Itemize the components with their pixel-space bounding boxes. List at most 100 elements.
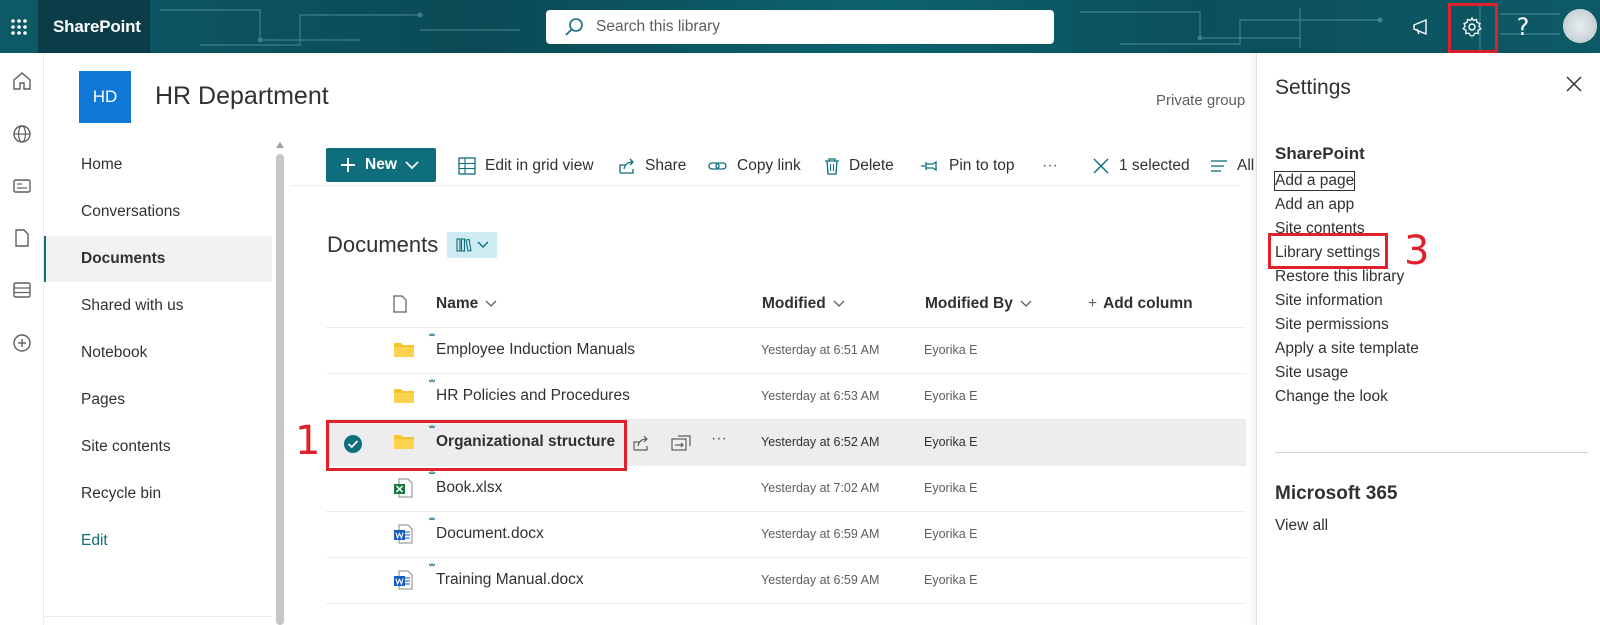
nav-item-recycle-bin[interactable]: Recycle bin xyxy=(44,471,272,517)
megaphone-icon xyxy=(1413,18,1427,36)
file-name-link[interactable]: Training Manual.docx xyxy=(436,571,584,589)
edit-grid-view-button[interactable]: Edit in grid view xyxy=(458,152,594,180)
site-information-link[interactable]: Site information xyxy=(1275,292,1383,310)
create-rail-button[interactable] xyxy=(6,327,38,359)
table-row[interactable]: HR Policies and Procedures Yesterday at … xyxy=(326,374,1246,420)
table-row[interactable]: Training Manual.docx Yesterday at 6:59 A… xyxy=(326,558,1246,604)
new-item-spark-icon xyxy=(428,471,436,475)
add-an-app-link[interactable]: Add an app xyxy=(1275,196,1354,214)
site-navigation: Home Conversations Documents Shared with… xyxy=(44,140,279,625)
view-lines-icon xyxy=(1211,160,1227,172)
more-commands-button[interactable]: ··· xyxy=(1042,152,1058,180)
sites-rail-button[interactable] xyxy=(6,118,38,150)
nav-item-label: Shared with us xyxy=(81,297,184,314)
modified-column-header[interactable]: Modified xyxy=(762,282,845,326)
plus-icon xyxy=(341,158,355,172)
pin-icon xyxy=(921,160,937,172)
table-row[interactable]: Employee Induction Manuals Yesterday at … xyxy=(326,328,1246,374)
trash-icon xyxy=(825,158,839,175)
nav-edit-link[interactable]: Edit xyxy=(44,518,272,564)
name-column-label: Name xyxy=(436,295,479,312)
files-rail-button[interactable] xyxy=(6,222,38,254)
sharepoint-section-heading: SharePoint xyxy=(1275,144,1365,163)
news-rail-button[interactable] xyxy=(6,170,38,202)
copy-link-label: Copy link xyxy=(737,157,801,174)
app-launcher-button[interactable] xyxy=(0,0,38,53)
modified-by-column-label: Modified By xyxy=(925,295,1013,312)
nav-item-documents[interactable]: Documents xyxy=(44,236,272,282)
modified-by[interactable]: Eyorika E xyxy=(924,389,978,403)
modified-column-label: Modified xyxy=(762,295,826,312)
file-name-link[interactable]: Document.docx xyxy=(436,525,544,543)
site-title[interactable]: HR Department xyxy=(155,82,329,111)
row-more-options-icon[interactable]: ··· xyxy=(711,430,727,448)
highlight-box-settings xyxy=(1448,3,1498,53)
site-permissions-link[interactable]: Site permissions xyxy=(1275,316,1389,334)
share-icon[interactable] xyxy=(632,434,650,452)
help-button[interactable]: ? xyxy=(1504,8,1542,46)
search-icon xyxy=(565,18,583,36)
word-file-icon xyxy=(394,570,413,590)
move-to-icon[interactable] xyxy=(671,434,691,452)
file-type-column-header[interactable] xyxy=(392,282,408,326)
modified-by[interactable]: Eyorika E xyxy=(924,527,978,541)
site-usage-link[interactable]: Site usage xyxy=(1275,364,1348,382)
file-name-link[interactable]: Book.xlsx xyxy=(436,479,502,497)
share-button[interactable]: Share xyxy=(618,152,686,180)
add-column-button[interactable]: + Add column xyxy=(1088,282,1193,326)
pin-to-top-button[interactable]: Pin to top xyxy=(920,152,1015,180)
apply-site-template-link[interactable]: Apply a site template xyxy=(1275,340,1419,358)
library-view-switcher[interactable] xyxy=(447,232,497,258)
modified-by-column-header[interactable]: Modified By xyxy=(925,282,1032,326)
view-all-link[interactable]: View all xyxy=(1275,517,1328,535)
search-box[interactable]: Search this library xyxy=(546,10,1054,44)
delete-button[interactable]: Delete xyxy=(824,152,894,180)
nav-item-pages[interactable]: Pages xyxy=(44,377,272,423)
microsoft-365-heading: Microsoft 365 xyxy=(1275,483,1398,504)
nav-item-home[interactable]: Home xyxy=(44,142,272,188)
table-row[interactable]: Book.xlsx Yesterday at 7:02 AM Eyorika E xyxy=(326,466,1246,512)
new-button[interactable]: New xyxy=(326,148,436,182)
scrollbar-thumb[interactable] xyxy=(276,154,284,625)
nav-item-site-contents[interactable]: Site contents xyxy=(44,424,272,470)
lists-rail-button[interactable] xyxy=(6,274,38,306)
name-column-header[interactable]: Name xyxy=(436,282,497,326)
home-rail-button[interactable] xyxy=(6,65,38,97)
avatar[interactable] xyxy=(1563,9,1597,43)
plus-icon: + xyxy=(1088,295,1098,312)
add-column-label: Add column xyxy=(1103,295,1193,312)
waffle-icon xyxy=(11,18,27,35)
app-name[interactable]: SharePoint xyxy=(53,17,141,37)
scroll-up-arrow-icon[interactable] xyxy=(276,142,284,148)
new-item-spark-icon xyxy=(428,333,436,337)
copy-link-button[interactable]: Copy link xyxy=(708,152,801,180)
nav-item-notebook[interactable]: Notebook xyxy=(44,330,272,376)
add-circle-icon xyxy=(13,334,31,352)
add-a-page-link[interactable]: Add a page xyxy=(1273,171,1356,191)
file-name-link[interactable]: HR Policies and Procedures xyxy=(436,387,630,405)
modified-by[interactable]: Eyorika E xyxy=(924,435,978,449)
modified-date: Yesterday at 6:52 AM xyxy=(761,435,880,449)
nav-item-conversations[interactable]: Conversations xyxy=(44,189,272,235)
feedback-button[interactable] xyxy=(1403,8,1441,46)
edit-grid-view-label: Edit in grid view xyxy=(485,157,594,174)
chevron-down-icon xyxy=(833,300,845,307)
site-logo[interactable]: HD xyxy=(79,71,131,123)
restore-library-link[interactable]: Restore this library xyxy=(1275,268,1404,286)
table-row[interactable]: Document.docx Yesterday at 6:59 AM Eyori… xyxy=(326,512,1246,558)
settings-panel xyxy=(1256,53,1600,625)
close-settings-button[interactable] xyxy=(1566,76,1582,97)
nav-item-shared-with-us[interactable]: Shared with us xyxy=(44,283,272,329)
help-icon: ? xyxy=(1516,13,1530,41)
chevron-down-icon xyxy=(1020,300,1032,307)
file-name-link[interactable]: Employee Induction Manuals xyxy=(436,341,635,359)
change-the-look-link[interactable]: Change the look xyxy=(1275,388,1388,406)
nav-scrollbar[interactable] xyxy=(276,140,284,625)
new-button-label: New xyxy=(365,156,397,173)
modified-by[interactable]: Eyorika E xyxy=(924,573,978,587)
view-options-button[interactable]: All xyxy=(1210,152,1254,180)
clear-selection-button[interactable]: 1 selected xyxy=(1092,152,1190,180)
modified-by[interactable]: Eyorika E xyxy=(924,481,978,495)
close-icon xyxy=(1093,158,1109,174)
modified-by[interactable]: Eyorika E xyxy=(924,343,978,357)
